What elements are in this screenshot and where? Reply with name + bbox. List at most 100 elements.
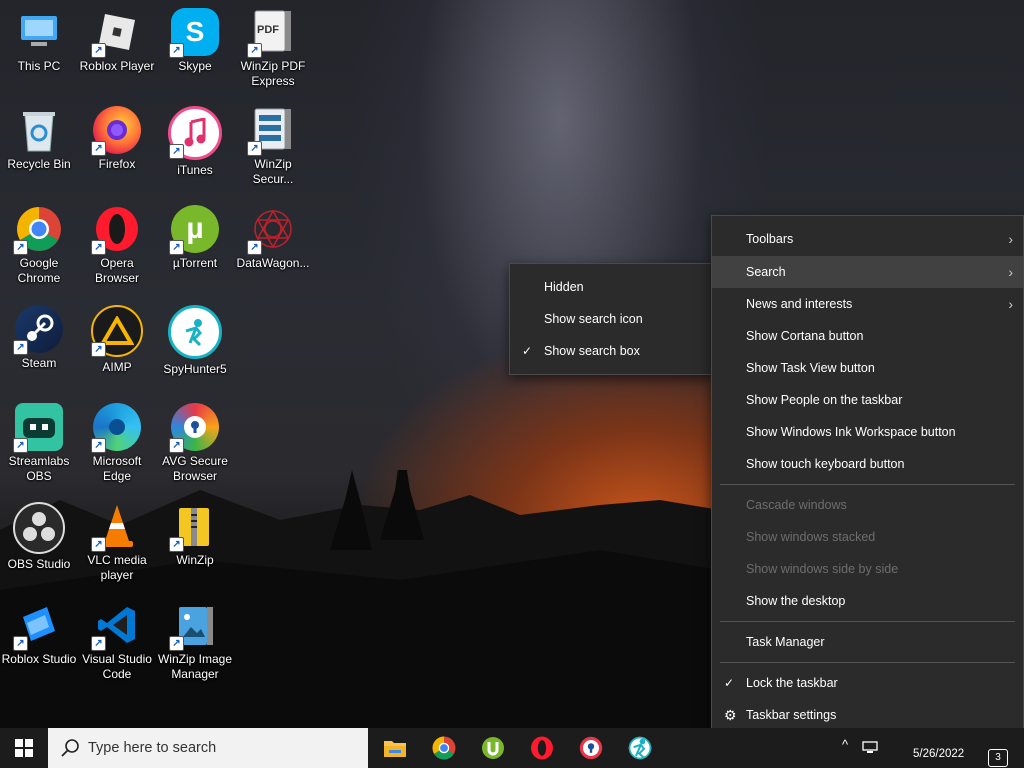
taskbar-file-explorer[interactable] (371, 728, 419, 768)
desktop-icon-this-pc[interactable]: This PC (0, 8, 78, 74)
start-button[interactable] (0, 728, 48, 768)
desktop-icon-recycle-bin[interactable]: Recycle Bin (0, 106, 78, 172)
show-hidden-icons-caret[interactable]: ^ (842, 737, 848, 752)
desktop-icon-label: Microsoft Edge (92, 454, 142, 483)
chrome-icon (432, 736, 456, 760)
menu-separator (720, 662, 1015, 663)
streamlabs-icon: ↗ (13, 403, 63, 453)
winzip-icon: ↗ (169, 502, 219, 552)
spyhunter-icon (628, 736, 652, 760)
desktop-icon-winzip-secure[interactable]: ↗ WinZip Secur... (234, 106, 312, 187)
folder-icon (384, 741, 406, 757)
search-option-show-search-icon[interactable]: Show search icon (510, 303, 714, 335)
desktop-icon-label: Recycle Bin (7, 157, 71, 171)
menu-item-show-ink-workspace[interactable]: Show Windows Ink Workspace button (712, 416, 1023, 448)
desktop-icon-label: WinZip Secur... (252, 157, 294, 186)
desktop-icon-label: VLC media player (87, 553, 147, 582)
skype-icon: S ↗ (169, 8, 219, 58)
desktop-icon-winzip-pdf-express[interactable]: PDF ↗ WinZip PDF Express (234, 8, 312, 89)
menu-item-label: Cascade windows (746, 498, 847, 512)
desktop-icon-label: WinZip (176, 553, 214, 567)
desktop-icon-label: Opera Browser (94, 256, 139, 285)
desktop-icon-label: iTunes (177, 163, 213, 177)
menu-item-news-and-interests[interactable]: News and interests › (712, 288, 1023, 320)
opera-icon (531, 736, 553, 760)
desktop-icon-label: This PC (17, 59, 61, 73)
menu-item-label: Taskbar settings (746, 708, 837, 722)
taskbar-search-box[interactable]: Type here to search (48, 728, 368, 768)
desktop-icon-label: Roblox Studio (1, 652, 77, 666)
desktop-icon-utorrent[interactable]: µ ↗ µTorrent (156, 205, 234, 271)
menu-item-search[interactable]: Search › (712, 256, 1023, 288)
shortcut-arrow-icon: ↗ (91, 438, 106, 453)
desktop-icon-roblox-player[interactable]: ↗ Roblox Player (78, 8, 156, 74)
chevron-right-icon: › (1008, 264, 1013, 280)
search-option-show-search-box[interactable]: ✓ Show search box (510, 335, 714, 367)
desktop-icon-opera[interactable]: ↗ Opera Browser (78, 205, 156, 286)
menu-item-show-the-desktop[interactable]: Show the desktop (712, 585, 1023, 617)
shortcut-arrow-icon: ↗ (169, 438, 184, 453)
shortcut-arrow-icon: ↗ (169, 43, 184, 58)
skype-glyph: S (185, 16, 205, 47)
shortcut-arrow-icon: ↗ (169, 240, 184, 255)
avg-browser-icon (579, 736, 603, 760)
desktop-icon-label: OBS Studio (7, 557, 71, 571)
desktop-icon-label: DataWagon... (236, 256, 310, 270)
desktop-icon-vlc[interactable]: ↗ VLC media player (78, 502, 156, 583)
menu-item-lock-the-taskbar[interactable]: ✓ Lock the taskbar (712, 667, 1023, 699)
desktop-icon-streamlabs-obs[interactable]: ↗ Streamlabs OBS (0, 403, 78, 484)
roblox-icon: ↗ (91, 8, 141, 58)
winzip-secure-icon: ↗ (247, 106, 297, 156)
shortcut-arrow-icon: ↗ (247, 240, 262, 255)
desktop-icon-google-chrome[interactable]: ↗ Google Chrome (0, 205, 78, 286)
desktop-icon-datawagon[interactable]: ↗ DataWagon... (234, 205, 312, 271)
desktop-icon-skype[interactable]: S ↗ Skype (156, 8, 234, 74)
search-option-hidden[interactable]: Hidden (510, 271, 714, 303)
desktop-icon-label: WinZip PDF Express (240, 59, 306, 88)
menu-item-label: Search (746, 265, 786, 279)
taskbar-avg-secure-browser[interactable] (567, 728, 615, 768)
desktop-icon-firefox[interactable]: ↗ Firefox (78, 106, 156, 172)
desktop-icon-winzip-image-manager[interactable]: ↗ WinZip Image Manager (156, 601, 234, 682)
desktop-icon-aimp[interactable]: ↗ AIMP (78, 305, 156, 375)
menu-item-taskbar-settings[interactable]: ⚙ Taskbar settings (712, 699, 1023, 731)
menu-item-task-manager[interactable]: Task Manager (712, 626, 1023, 658)
desktop-icon-winzip[interactable]: ↗ WinZip (156, 502, 234, 568)
menu-separator (720, 484, 1015, 485)
taskbar-date[interactable]: 5/26/2022 (913, 748, 964, 760)
notification-center-badge[interactable]: 3 (988, 749, 1008, 767)
utorrent-icon: µ ↗ (169, 205, 219, 255)
desktop-icon-microsoft-edge[interactable]: ↗ Microsoft Edge (78, 403, 156, 484)
network-icon[interactable] (862, 740, 878, 754)
desktop-icon-steam[interactable]: ↗ Steam (0, 305, 78, 371)
desktop-icon-itunes[interactable]: ↗ iTunes (156, 106, 234, 178)
pdf-document-icon: PDF ↗ (247, 8, 297, 58)
desktop-icon-label: Roblox Player (79, 59, 155, 73)
menu-item-show-cortana-button[interactable]: Show Cortana button (712, 320, 1023, 352)
taskbar-utorrent[interactable] (469, 728, 517, 768)
menu-item-show-task-view-button[interactable]: Show Task View button (712, 352, 1023, 384)
menu-item-label: News and interests (746, 297, 853, 311)
firefox-icon: ↗ (91, 106, 141, 156)
menu-item-show-people[interactable]: Show People on the taskbar (712, 384, 1023, 416)
search-placeholder: Type here to search (88, 740, 217, 756)
desktop-icon-roblox-studio[interactable]: ↗ Roblox Studio (0, 601, 78, 667)
desktop-icon-label: Streamlabs OBS (8, 454, 70, 483)
desktop-icon-obs-studio[interactable]: OBS Studio (0, 502, 78, 572)
menu-item-toolbars[interactable]: Toolbars › (712, 223, 1023, 255)
desktop-icon-spyhunter5[interactable]: SpyHunter5 (156, 305, 234, 377)
shortcut-arrow-icon: ↗ (247, 141, 262, 156)
desktop-icon-label: AVG Secure Browser (162, 454, 228, 483)
shortcut-arrow-icon: ↗ (91, 537, 106, 552)
menu-item-show-touch-keyboard[interactable]: Show touch keyboard button (712, 448, 1023, 480)
shortcut-arrow-icon: ↗ (169, 537, 184, 552)
pdf-glyph: PDF (257, 24, 279, 36)
desktop-icon-avg-secure-browser[interactable]: ↗ AVG Secure Browser (156, 403, 234, 484)
shortcut-arrow-icon: ↗ (91, 43, 106, 58)
desktop-icon-visual-studio-code[interactable]: ↗ Visual Studio Code (78, 601, 156, 682)
taskbar-spyhunter[interactable] (616, 728, 664, 768)
taskbar-chrome[interactable] (420, 728, 468, 768)
menu-item-cascade-windows: Cascade windows (712, 489, 1023, 521)
taskbar-opera[interactable] (518, 728, 566, 768)
menu-item-label: Show search box (544, 344, 640, 358)
